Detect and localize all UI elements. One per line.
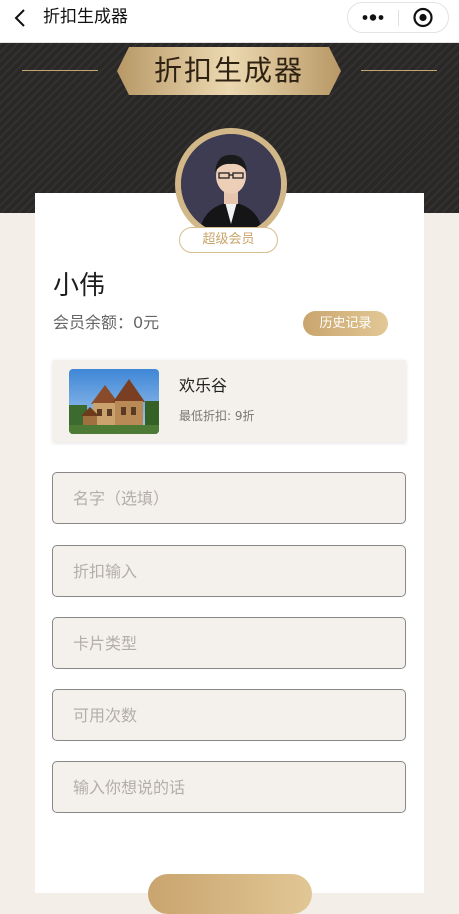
history-button[interactable]: 历史记录 <box>303 311 388 336</box>
venue-card[interactable]: 欢乐谷 最低折扣: 9折 <box>53 360 406 442</box>
back-chevron-icon[interactable] <box>10 7 32 29</box>
member-level-badge: 超级会员 <box>179 227 278 253</box>
name-input[interactable] <box>52 472 406 524</box>
page-title: 折扣生成器 <box>43 7 128 27</box>
close-target-icon[interactable] <box>399 3 448 32</box>
card-type-input[interactable] <box>52 617 406 669</box>
top-navbar: 折扣生成器 <box>0 0 459 43</box>
venue-name: 欢乐谷 <box>179 376 228 395</box>
message-input[interactable] <box>52 761 406 813</box>
venue-min-discount: 最低折扣: 9折 <box>179 409 255 423</box>
decorative-line-left <box>22 70 98 71</box>
mini-program-capsule <box>347 2 449 33</box>
banner-title: 折扣生成器 <box>153 54 304 87</box>
more-icon[interactable] <box>348 3 398 32</box>
usage-count-input[interactable] <box>52 689 406 741</box>
avatar <box>181 134 281 234</box>
user-name: 小伟 <box>53 271 106 301</box>
discount-input[interactable] <box>52 545 406 597</box>
member-balance: 会员余额：0元 <box>53 313 160 332</box>
decorative-line-right <box>361 70 437 71</box>
venue-image <box>69 369 159 434</box>
submit-button[interactable] <box>148 874 312 914</box>
